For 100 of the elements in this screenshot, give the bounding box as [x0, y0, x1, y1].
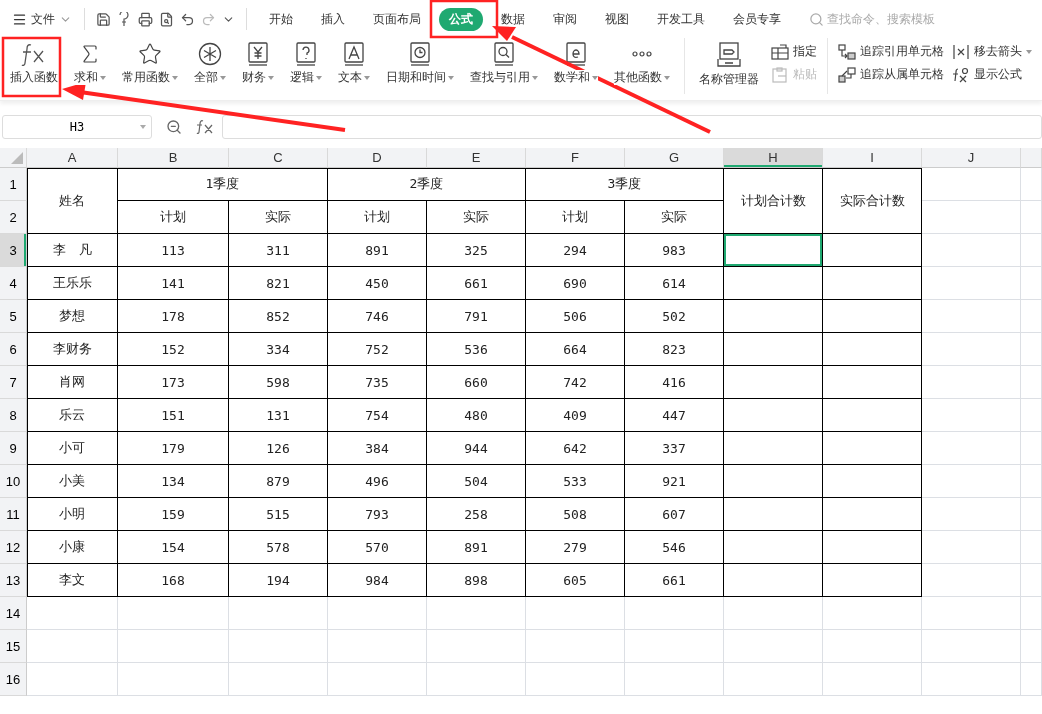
- save-icon[interactable]: [96, 11, 111, 27]
- table-cell: 533: [526, 465, 625, 498]
- row-header[interactable]: 13: [0, 564, 27, 597]
- empty-cell[interactable]: [724, 432, 823, 465]
- ribbon-button[interactable]: 逻辑: [282, 38, 330, 85]
- ribbon-button[interactable]: 名称管理器: [691, 38, 767, 87]
- ribbon-button[interactable]: 求和: [66, 38, 114, 85]
- empty-cell[interactable]: [724, 465, 823, 498]
- row-header[interactable]: 2: [0, 201, 27, 234]
- empty-cell[interactable]: [724, 267, 823, 300]
- menu-tab[interactable]: 会员专享: [723, 7, 791, 31]
- menu-tab[interactable]: 开发工具: [647, 7, 715, 31]
- empty-cell[interactable]: [724, 531, 823, 564]
- row-header[interactable]: 12: [0, 531, 27, 564]
- ribbon-button[interactable]: 财务: [234, 38, 282, 85]
- empty-cell[interactable]: [823, 465, 922, 498]
- row-header[interactable]: 11: [0, 498, 27, 531]
- ribbon-button[interactable]: 插入函数: [2, 38, 66, 85]
- row-header[interactable]: 3: [0, 234, 27, 267]
- undo-icon[interactable]: [180, 11, 195, 27]
- empty-cell[interactable]: [823, 366, 922, 399]
- empty-cell[interactable]: [724, 366, 823, 399]
- table-cell: 746: [328, 300, 427, 333]
- column-header[interactable]: H: [724, 148, 823, 168]
- column-header[interactable]: I: [823, 148, 922, 168]
- empty-cell[interactable]: [724, 498, 823, 531]
- name-box[interactable]: H3: [2, 115, 152, 139]
- column-header[interactable]: J: [922, 148, 1021, 168]
- table-cell: 294: [526, 234, 625, 267]
- row-header[interactable]: 4: [0, 267, 27, 300]
- empty-cell[interactable]: [823, 531, 922, 564]
- selected-cell[interactable]: [724, 234, 823, 267]
- row-header[interactable]: 6: [0, 333, 27, 366]
- row-header[interactable]: 1: [0, 168, 27, 201]
- ribbon-button[interactable]: 日期和时间: [378, 38, 462, 85]
- table-cell: 754: [328, 399, 427, 432]
- menu-tab[interactable]: 插入: [311, 7, 355, 31]
- ribbon-button[interactable]: 文本: [330, 38, 378, 85]
- empty-cell[interactable]: [724, 564, 823, 597]
- empty-cell[interactable]: [823, 300, 922, 333]
- asterisk-circle-icon: [198, 42, 222, 66]
- row-header[interactable]: 16: [0, 663, 27, 696]
- empty-cell[interactable]: [823, 399, 922, 432]
- ribbon-small-button[interactable]: 指定: [767, 43, 821, 60]
- clock-book-icon: [409, 42, 431, 66]
- formula-field[interactable]: [222, 115, 1042, 139]
- ribbon-small-button[interactable]: 追踪引用单元格: [834, 43, 948, 60]
- ribbon-button[interactable]: 其他函数: [606, 38, 678, 85]
- ribbon-small-button[interactable]: 显示公式: [948, 66, 1036, 83]
- table-cell: 515: [229, 498, 328, 531]
- column-header[interactable]: B: [118, 148, 229, 168]
- empty-cell[interactable]: [823, 234, 922, 267]
- empty-cell[interactable]: [724, 300, 823, 333]
- empty-cell[interactable]: [823, 564, 922, 597]
- menu-tab[interactable]: 数据: [491, 7, 535, 31]
- row-header[interactable]: 10: [0, 465, 27, 498]
- menu-tab[interactable]: 页面布局: [363, 7, 431, 31]
- column-header[interactable]: C: [229, 148, 328, 168]
- column-header[interactable]: G: [625, 148, 724, 168]
- row-header[interactable]: 8: [0, 399, 27, 432]
- ribbon-button[interactable]: 常用函数: [114, 38, 186, 85]
- column-header[interactable]: A: [27, 148, 118, 168]
- column-header[interactable]: D: [328, 148, 427, 168]
- menu-icon: [12, 11, 27, 27]
- row-header[interactable]: 9: [0, 432, 27, 465]
- table-cell: 126: [229, 432, 328, 465]
- table-cell: 504: [427, 465, 526, 498]
- zoom-out-icon[interactable]: [166, 119, 182, 135]
- row-header[interactable]: 5: [0, 300, 27, 333]
- ribbon-small-button[interactable]: 追踪从属单元格: [834, 66, 948, 83]
- table-cell: 小可: [27, 432, 118, 465]
- row-header[interactable]: 14: [0, 597, 27, 630]
- ribbon-button[interactable]: 全部: [186, 38, 234, 85]
- printer-icon[interactable]: [138, 11, 153, 27]
- table-cell: 450: [328, 267, 427, 300]
- empty-cell[interactable]: [724, 333, 823, 366]
- print-preview-icon[interactable]: [159, 11, 174, 27]
- ribbon-button[interactable]: 数学和: [546, 38, 606, 85]
- table-cell: 416: [625, 366, 724, 399]
- row-header[interactable]: 15: [0, 630, 27, 663]
- menu-tab[interactable]: 开始: [259, 7, 303, 31]
- table-cell: 607: [625, 498, 724, 531]
- table-cell: 179: [118, 432, 229, 465]
- empty-cell[interactable]: [823, 432, 922, 465]
- function-icon[interactable]: [196, 119, 214, 135]
- empty-cell[interactable]: [823, 267, 922, 300]
- table-cell: 168: [118, 564, 229, 597]
- empty-cell[interactable]: [823, 498, 922, 531]
- menu-tab[interactable]: 审阅: [543, 7, 587, 31]
- table-cell: 944: [427, 432, 526, 465]
- column-header[interactable]: F: [526, 148, 625, 168]
- file-menu[interactable]: 文件: [8, 10, 76, 28]
- menu-tab[interactable]: 视图: [595, 7, 639, 31]
- ribbon-button[interactable]: 查找与引用: [462, 38, 546, 85]
- empty-cell[interactable]: [724, 399, 823, 432]
- table-cell: 879: [229, 465, 328, 498]
- empty-cell[interactable]: [823, 333, 922, 366]
- column-header[interactable]: E: [427, 148, 526, 168]
- row-header[interactable]: 7: [0, 366, 27, 399]
- ribbon-small-button[interactable]: 移去箭头: [948, 43, 1036, 60]
